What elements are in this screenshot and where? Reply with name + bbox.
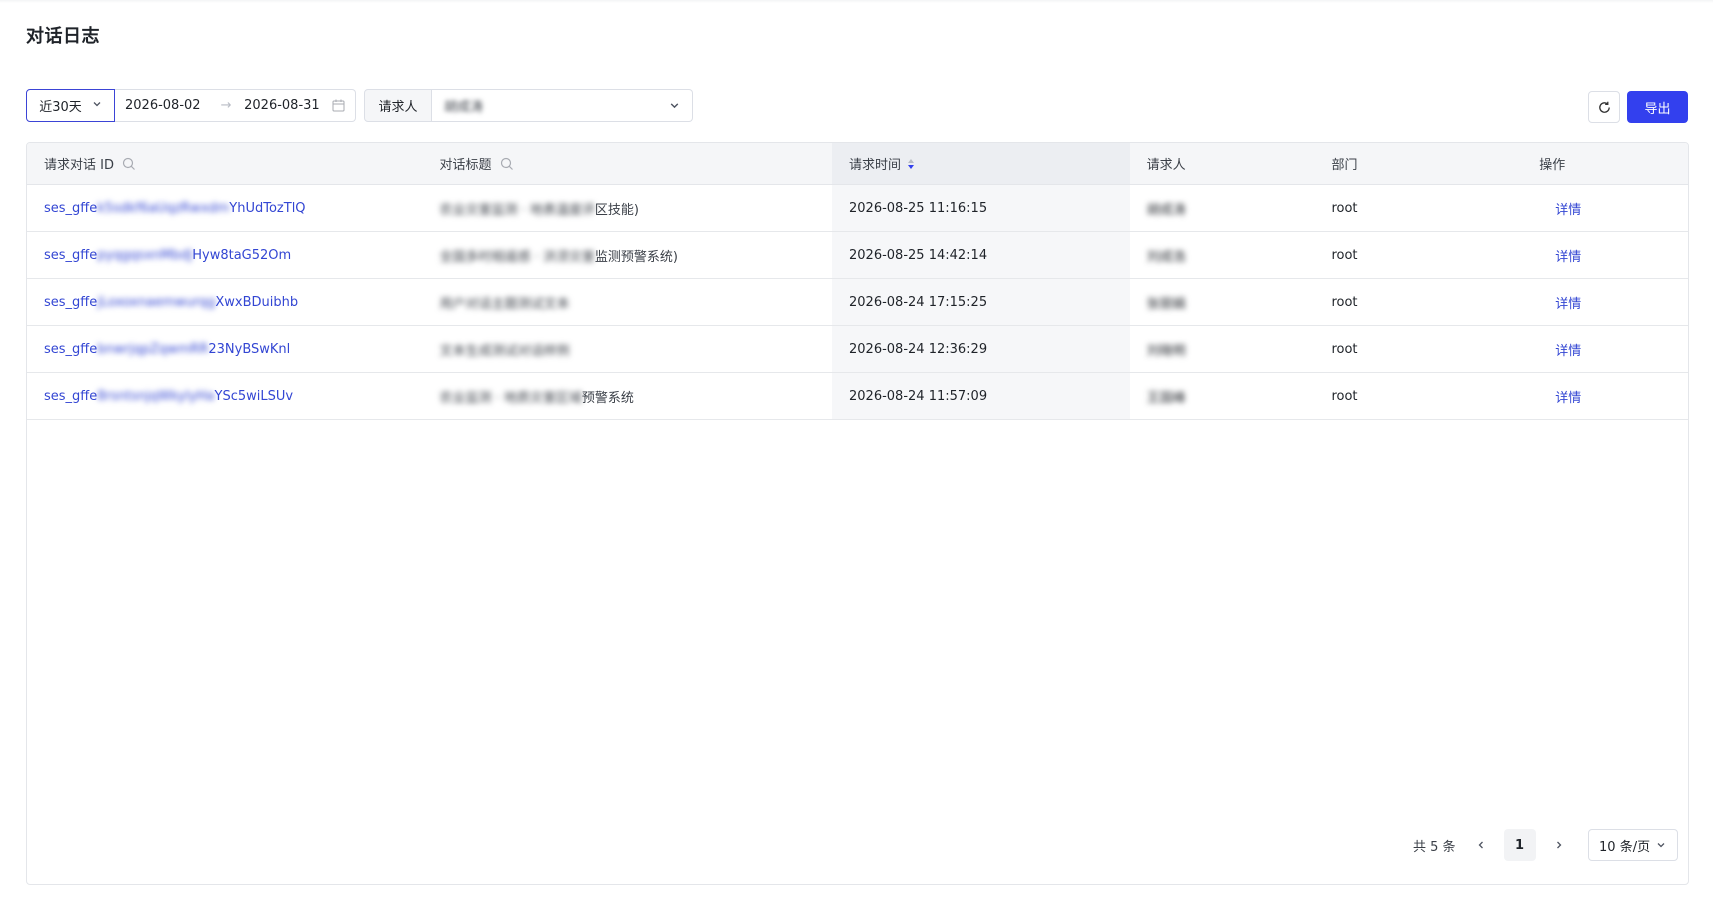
search-icon[interactable]: [500, 157, 514, 171]
total-count: 共 5 条: [1413, 839, 1456, 855]
table-header: 请求对话 ID 对话标题 请求时间 请求人 部门 操作: [27, 143, 1688, 185]
detail-link[interactable]: 详情: [1539, 340, 1581, 359]
request-time-cell: 2026-08-24 12:36:29: [832, 326, 1130, 372]
requester-value: 胡成涛: [444, 100, 484, 115]
session-id-cell: ses_gffebnwrjqpZqwmRR23NyBSwKnl: [27, 326, 423, 372]
table-row: ses_gffebnwrjqpZqwmRR23NyBSwKnl 文本生成测试对话…: [27, 326, 1688, 373]
conversation-log-table: 请求对话 ID 对话标题 请求时间 请求人 部门 操作 ses_gffek5sd…: [26, 142, 1689, 885]
request-time-cell: 2026-08-25 11:16:15: [832, 185, 1130, 231]
page-size-select[interactable]: 10 条/页: [1587, 829, 1678, 861]
requester-label: 请求人: [364, 89, 432, 122]
column-header-title: 对话标题: [423, 143, 833, 184]
page-title: 对话日志: [26, 26, 100, 47]
department-cell: root: [1331, 341, 1358, 357]
session-id-link[interactable]: ses_gffepyqgqsxnMbdJHyw8taG52Om: [44, 248, 291, 263]
column-header-actions: 操作: [1522, 143, 1688, 184]
actions-cell: 详情: [1522, 279, 1688, 325]
column-header-label: 操作: [1539, 158, 1566, 173]
title-cell: 农业灾害监测 · 地表温度评区技能): [439, 202, 639, 218]
calendar-icon: [332, 99, 345, 112]
detail-link[interactable]: 详情: [1539, 387, 1581, 406]
column-header-label: 请求人: [1146, 158, 1186, 173]
search-icon[interactable]: [122, 157, 136, 171]
pagination: 共 5 条 1 10 条/页: [1413, 829, 1678, 861]
session-id-link[interactable]: ses_gffebnwrjqpZqwmRR23NyBSwKnl: [44, 342, 290, 357]
department-cell: root: [1331, 388, 1358, 404]
session-id-link[interactable]: ses_gffek5sdkf6aUqzRwxdmYhUdTozTlQ: [44, 201, 306, 216]
title-cell: 文本生成测试对话样例: [439, 343, 570, 359]
column-header-request-time[interactable]: 请求时间: [832, 143, 1130, 184]
session-id-link[interactable]: ses_gffejLoxoxnaemwurqgXwxBDuibhb: [44, 295, 298, 310]
request-time-cell: 2026-08-24 17:15:25: [832, 279, 1130, 325]
department-cell: root: [1331, 294, 1358, 310]
requester-cell: 胡成涛: [1146, 202, 1186, 218]
table-row: ses_gffepyqgqsxnMbdJHyw8taG52Om 全国多时相遥感 …: [27, 232, 1688, 279]
detail-link[interactable]: 详情: [1539, 293, 1581, 312]
title-cell: 农业监测 · 地质灾害区域预警系统: [439, 390, 634, 406]
detail-link[interactable]: 详情: [1539, 199, 1581, 218]
requester-cell: 张丽娟: [1146, 296, 1186, 312]
arrow-right-icon: →: [220, 98, 232, 113]
session-id-cell: ses_gffepyqgqsxnMbdJHyw8taG52Om: [27, 232, 423, 278]
export-button[interactable]: 导出: [1627, 91, 1688, 123]
department-cell: root: [1331, 247, 1358, 263]
top-divider: [0, 0, 1713, 3]
requester-filter: 请求人 胡成涛: [364, 89, 693, 122]
title-cell: 用户对话主题测试文本: [439, 296, 570, 312]
start-date[interactable]: 2026-08-02: [125, 98, 221, 113]
chevron-down-icon: [1656, 840, 1666, 850]
requester-cell: 刘成浩: [1146, 249, 1186, 265]
column-header-department: 部门: [1314, 143, 1522, 184]
column-header-session-id: 请求对话 ID: [27, 143, 423, 184]
column-header-label: 对话标题: [439, 158, 492, 173]
detail-link[interactable]: 详情: [1539, 246, 1581, 265]
chevron-down-icon: [669, 100, 680, 111]
sort-icon[interactable]: [907, 158, 915, 170]
refresh-button[interactable]: [1588, 91, 1620, 123]
date-range-picker[interactable]: 2026-08-02 → 2026-08-31: [115, 89, 356, 122]
actions-cell: 详情: [1522, 326, 1688, 372]
actions-cell: 详情: [1522, 373, 1688, 419]
session-id-cell: ses_gffejLoxoxnaemwurqgXwxBDuibhb: [27, 279, 423, 325]
table-row: ses_gffejLoxoxnaemwurqgXwxBDuibhb 用户对话主题…: [27, 279, 1688, 326]
chevron-right-icon[interactable]: [1548, 829, 1570, 861]
actions-cell: 详情: [1522, 185, 1688, 231]
table-row: ses_gffek5sdkf6aUqzRwxdmYhUdTozTlQ 农业灾害监…: [27, 185, 1688, 232]
chevron-down-icon: [92, 98, 102, 113]
session-id-cell: ses_gffek5sdkf6aUqzRwxdmYhUdTozTlQ: [27, 185, 423, 231]
actions-cell: 详情: [1522, 232, 1688, 278]
request-time-cell: 2026-08-25 14:42:14: [832, 232, 1130, 278]
column-header-label: 请求对话 ID: [44, 158, 114, 173]
column-header-requester: 请求人: [1130, 143, 1315, 184]
refresh-icon: [1597, 100, 1612, 115]
department-cell: root: [1331, 200, 1358, 216]
column-header-label: 请求时间: [849, 158, 902, 173]
requester-cell: 王国峰: [1146, 390, 1186, 406]
request-time-cell: 2026-08-24 11:57:09: [832, 373, 1130, 419]
requester-select[interactable]: 胡成涛: [432, 89, 693, 122]
session-id-link[interactable]: ses_gffe8rsntsnjqWkylyHaYSc5wiLSUv: [44, 389, 293, 404]
requester-cell: 刘晓明: [1146, 343, 1186, 359]
page-button-1[interactable]: 1: [1503, 829, 1536, 861]
date-range-preset-label: 近30天: [39, 100, 82, 115]
date-range-preset-select[interactable]: 近30天: [26, 89, 115, 122]
page-size-label: 10 条/页: [1599, 839, 1651, 855]
filter-toolbar: 近30天 2026-08-02 → 2026-08-31 请求人 胡成涛: [26, 89, 693, 122]
column-header-label: 部门: [1331, 158, 1358, 173]
end-date[interactable]: 2026-08-31: [244, 98, 332, 113]
chevron-left-icon[interactable]: [1470, 829, 1492, 861]
table-row: ses_gffe8rsntsnjqWkylyHaYSc5wiLSUv 农业监测 …: [27, 373, 1688, 420]
session-id-cell: ses_gffe8rsntsnjqWkylyHaYSc5wiLSUv: [27, 373, 423, 419]
title-cell: 全国多时相遥感 · 洪涝灾害监测预警系统): [439, 249, 678, 265]
